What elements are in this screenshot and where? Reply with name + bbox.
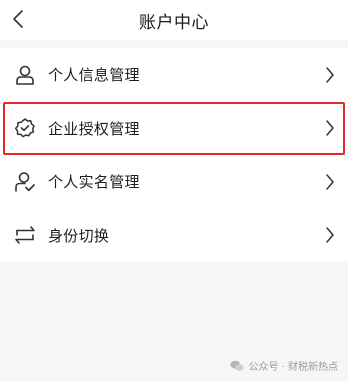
menu-item-identity-switch[interactable]: 身份切换 xyxy=(0,209,348,263)
chevron-right-icon xyxy=(324,65,336,85)
menu-item-personal-info[interactable]: 个人信息管理 xyxy=(0,48,348,102)
watermark: 公众号 · 财税新热点 xyxy=(230,358,338,373)
menu-item-label: 个人实名管理 xyxy=(48,173,140,192)
user-verified-icon xyxy=(14,171,36,193)
menu-item-real-name[interactable]: 个人实名管理 xyxy=(0,155,348,209)
menu-item-label: 企业授权管理 xyxy=(48,119,140,138)
watermark-text: 公众号 · 财税新热点 xyxy=(248,362,338,373)
wechat-icon xyxy=(230,360,244,372)
top-bar: 账户中心 xyxy=(0,0,348,40)
switch-arrows-icon xyxy=(14,224,36,246)
page-title: 账户中心 xyxy=(139,13,209,33)
chevron-right-icon xyxy=(324,118,336,138)
chevron-right-icon xyxy=(324,172,336,192)
menu-item-label: 个人信息管理 xyxy=(48,66,140,85)
chevron-right-icon xyxy=(324,225,336,245)
badge-check-icon xyxy=(14,117,36,139)
menu-item-label: 身份切换 xyxy=(48,226,110,245)
user-icon xyxy=(14,64,36,86)
account-menu: 个人信息管理 企业授权管理 个人实名管理 身份切换 xyxy=(0,48,348,262)
menu-item-enterprise-authorization[interactable]: 企业授权管理 xyxy=(3,101,345,155)
